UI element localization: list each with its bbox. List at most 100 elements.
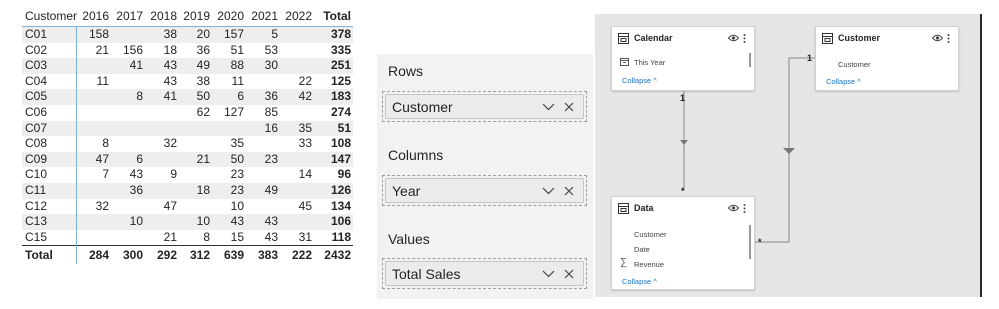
calendar-collapse-link[interactable]: Collapse ^: [622, 76, 657, 85]
table-row[interactable]: C12 32 47 10 45 134: [22, 198, 353, 215]
column-header-2020[interactable]: 2020: [212, 6, 246, 27]
row-header-cell: C01: [22, 26, 77, 43]
value-cell: 47: [163, 198, 177, 213]
eye-icon[interactable]: [728, 34, 739, 42]
columns-field-label: Year: [392, 182, 421, 199]
table-row[interactable]: C07 16 35 51: [22, 120, 353, 137]
chevron-down-icon[interactable]: [541, 100, 555, 114]
column-total-cell: 300: [122, 248, 143, 263]
customer-field-customer[interactable]: Customer: [838, 60, 871, 69]
rows-well[interactable]: Customer: [382, 91, 587, 122]
eye-icon[interactable]: [728, 204, 739, 212]
value-cell: [111, 121, 145, 137]
value-cell: 35: [230, 136, 244, 151]
table-row[interactable]: C04 11 43 38 11 22 125: [22, 73, 353, 90]
values-field-pill[interactable]: Total Sales: [385, 261, 584, 286]
value-cell: 36: [129, 182, 143, 197]
more-options-icon[interactable]: [743, 33, 746, 43]
data-table-card[interactable]: Data Customer Date ∑ Revenue Collapse ^: [611, 196, 755, 290]
table-row[interactable]: C13 10 10 43 43 106: [22, 214, 353, 230]
column-header-2018[interactable]: 2018: [145, 6, 179, 27]
rows-well-title: Rows: [388, 63, 424, 79]
table-row[interactable]: C05 8 41 50 6 36 42 183: [22, 89, 353, 105]
calendar-card-scrollbar[interactable]: [749, 53, 751, 67]
customer-collapse-link[interactable]: Collapse ^: [826, 77, 861, 86]
column-total-cell: 284: [88, 248, 109, 263]
column-header-customer[interactable]: Customer: [22, 6, 77, 27]
columns-well[interactable]: Year: [382, 175, 587, 206]
value-cell: 43: [264, 229, 278, 244]
value-cell: 45: [298, 198, 312, 213]
column-header-2019[interactable]: 2019: [179, 6, 212, 27]
data-card-header[interactable]: Data: [612, 197, 754, 219]
value-cell: 36: [264, 89, 278, 104]
columns-well-title: Columns: [388, 147, 444, 163]
value-cell: 14: [298, 167, 312, 182]
column-header-2017[interactable]: 2017: [111, 6, 145, 27]
columns-field-pill[interactable]: Year: [385, 178, 584, 203]
value-cell: 21: [196, 151, 210, 166]
close-icon[interactable]: [562, 184, 576, 198]
value-cell: 36: [196, 42, 210, 57]
value-cell: 7: [102, 167, 109, 182]
value-cell: 5: [271, 27, 278, 41]
value-cell: 16: [264, 120, 278, 135]
eye-icon[interactable]: [932, 34, 943, 42]
data-collapse-link[interactable]: Collapse ^: [622, 277, 657, 286]
value-cell: [246, 199, 280, 215]
column-header-2016[interactable]: 2016: [76, 6, 111, 27]
value-cell: [280, 105, 314, 121]
total-label-cell: Total: [22, 245, 77, 265]
values-well[interactable]: Total Sales: [382, 258, 587, 289]
calendar-field-this-year[interactable]: This Year: [634, 58, 665, 67]
customer-card-header[interactable]: Customer: [816, 27, 958, 49]
relationship-line-customer-data[interactable]: [754, 57, 815, 243]
value-cell: [145, 121, 179, 137]
table-row[interactable]: C02 21 156 18 36 51 53 335: [22, 42, 353, 59]
table-row[interactable]: C09 47 6 21 50 23 147: [22, 151, 353, 168]
table-row[interactable]: C06 62 127 85 274: [22, 104, 353, 121]
value-cell: 31: [298, 229, 312, 244]
column-header-total[interactable]: Total: [314, 6, 353, 27]
value-cell: 10: [129, 214, 143, 229]
value-cell: [111, 136, 145, 152]
more-options-icon[interactable]: [947, 33, 950, 43]
value-cell: 33: [298, 136, 312, 151]
row-total-cell: 126: [330, 182, 351, 197]
model-view-canvas[interactable]: Calendar This Year Collapse ^ 1 * Custom…: [595, 14, 982, 297]
table-row[interactable]: C15 21 8 15 43 31 118: [22, 229, 353, 246]
data-field-revenue[interactable]: Revenue: [634, 260, 664, 269]
chevron-down-icon[interactable]: [541, 267, 555, 281]
row-header-cell: C04: [22, 73, 77, 90]
table-row[interactable]: C08 8 32 35 33 108: [22, 136, 353, 152]
column-total-cell: 383: [257, 248, 278, 263]
calendar-table-card[interactable]: Calendar This Year Collapse ^: [611, 26, 755, 91]
value-cell: [145, 105, 179, 121]
table-row[interactable]: C11 36 18 23 49 126: [22, 182, 353, 199]
data-field-date[interactable]: Date: [634, 245, 650, 254]
value-cell: [76, 230, 111, 246]
table-row[interactable]: C03 41 43 49 88 30 251: [22, 58, 353, 74]
more-options-icon[interactable]: [743, 203, 746, 213]
customer-table-card[interactable]: Customer Customer Collapse ^: [815, 26, 959, 91]
rows-field-pill[interactable]: Customer: [385, 94, 584, 119]
close-icon[interactable]: [562, 267, 576, 281]
value-cell: 8: [136, 89, 143, 104]
row-total-cell: 251: [330, 58, 351, 73]
row-header-cell: C03: [22, 58, 77, 74]
column-header-2021[interactable]: 2021: [246, 6, 280, 27]
close-icon[interactable]: [562, 100, 576, 114]
column-total-cell: 639: [223, 248, 244, 263]
row-header-cell: C15: [22, 229, 77, 246]
table-row[interactable]: C10 7 43 9 23 14 96: [22, 167, 353, 183]
row-header-cell: C11: [22, 182, 77, 199]
row-total-cell: 96: [337, 167, 351, 182]
calendar-card-header[interactable]: Calendar: [612, 27, 754, 49]
column-header-2022[interactable]: 2022: [280, 6, 314, 27]
data-field-customer[interactable]: Customer: [634, 230, 667, 239]
data-card-scrollbar[interactable]: [749, 225, 751, 259]
table-row[interactable]: C01 158 38 20 157 5 378: [22, 26, 353, 43]
chevron-down-icon[interactable]: [541, 184, 555, 198]
value-cell: 10: [196, 214, 210, 229]
filter-direction-arrow-icon: [680, 140, 688, 145]
